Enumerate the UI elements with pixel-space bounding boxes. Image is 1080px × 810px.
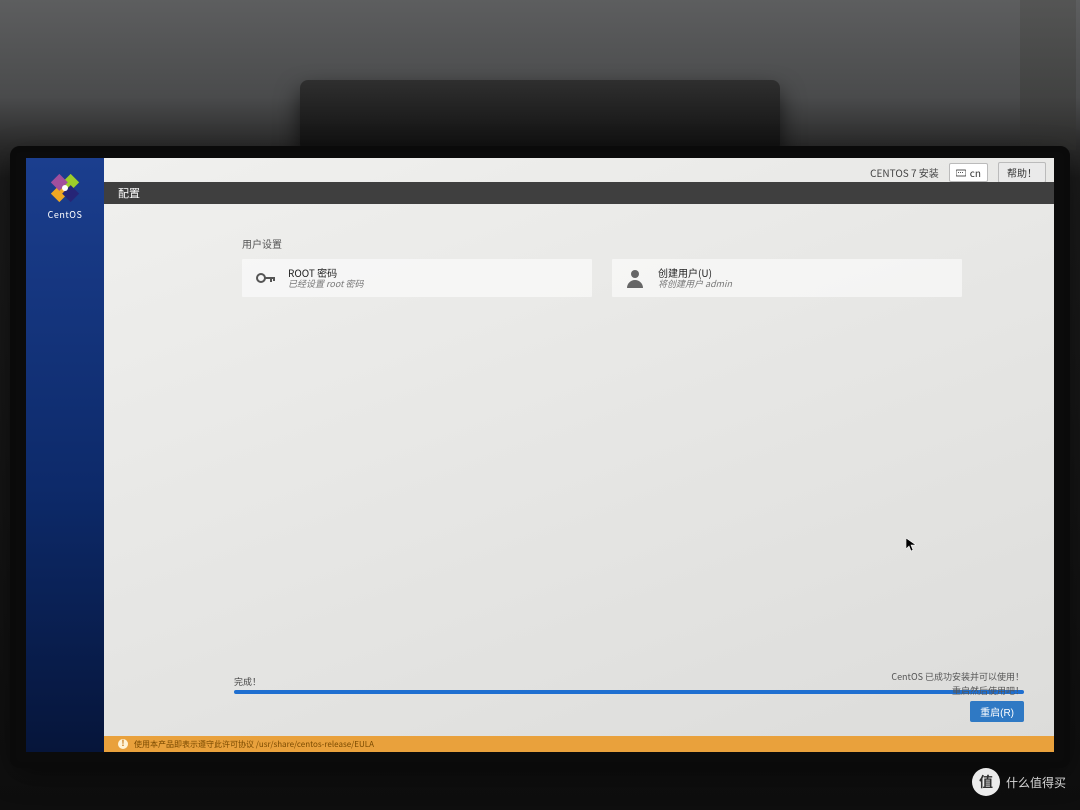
finish-line-1: CentOS 已成功安装并可以使用！	[891, 670, 1024, 684]
centos-logo-icon	[49, 172, 81, 204]
spoke-root-status: 已经设置 root 密码	[288, 279, 364, 290]
spoke-user-status: 将创建用户 admin	[658, 279, 732, 290]
eula-text: 使用本产品即表示遵守此许可协议 /usr/share/centos-releas…	[134, 739, 374, 750]
installer-main: CENTOS 7 安装 cn 帮助！ 配置 用户设置	[104, 158, 1054, 752]
keyboard-icon	[956, 165, 966, 180]
user-icon	[622, 265, 648, 291]
distro-name: CentOS	[48, 208, 83, 221]
watermark-text: 什么值得买	[1006, 774, 1066, 791]
user-settings-heading: 用户设置	[242, 236, 1026, 251]
spokes-row: ROOT 密码 已经设置 root 密码 创建用户(U)	[242, 259, 1026, 297]
finish-line-2: 重启然后使用吧！	[891, 684, 1024, 698]
header-strip: CENTOS 7 安装 cn 帮助！	[870, 158, 1054, 184]
installer-sidebar: CentOS	[26, 158, 104, 752]
breadcrumb: 配置	[118, 185, 140, 201]
monitor-bezel: CentOS CENTOS 7 安装 cn 帮助！ 配置 用户设置	[16, 152, 1064, 762]
spoke-root-password[interactable]: ROOT 密码 已经设置 root 密码	[242, 259, 592, 297]
breadcrumb-bar: 配置	[104, 182, 1054, 204]
finish-messages: CentOS 已成功安装并可以使用！ 重启然后使用吧！ 重启(R)	[891, 670, 1024, 722]
reboot-button[interactable]: 重启(R)	[970, 701, 1024, 722]
help-button[interactable]: 帮助！	[998, 162, 1046, 183]
warning-icon: !	[118, 739, 128, 749]
watermark: 值 什么值得买	[972, 768, 1066, 796]
screen: CentOS CENTOS 7 安装 cn 帮助！ 配置 用户设置	[26, 158, 1054, 752]
eula-bar[interactable]: ! 使用本产品即表示遵守此许可协议 /usr/share/centos-rele…	[104, 736, 1054, 752]
product-title: CENTOS 7 安装	[870, 165, 939, 180]
keyboard-layout-label: cn	[970, 165, 981, 180]
wall-scroll-decoration	[1020, 0, 1076, 150]
spoke-create-user[interactable]: 创建用户(U) 将创建用户 admin	[612, 259, 962, 297]
keyboard-indicator[interactable]: cn	[949, 163, 988, 182]
monitor-lamp-bar	[300, 80, 780, 158]
watermark-badge: 值	[972, 768, 1000, 796]
installer-body: 用户设置 ROOT 密码 已经设置 root 密码	[104, 218, 1054, 752]
key-icon	[252, 265, 278, 291]
